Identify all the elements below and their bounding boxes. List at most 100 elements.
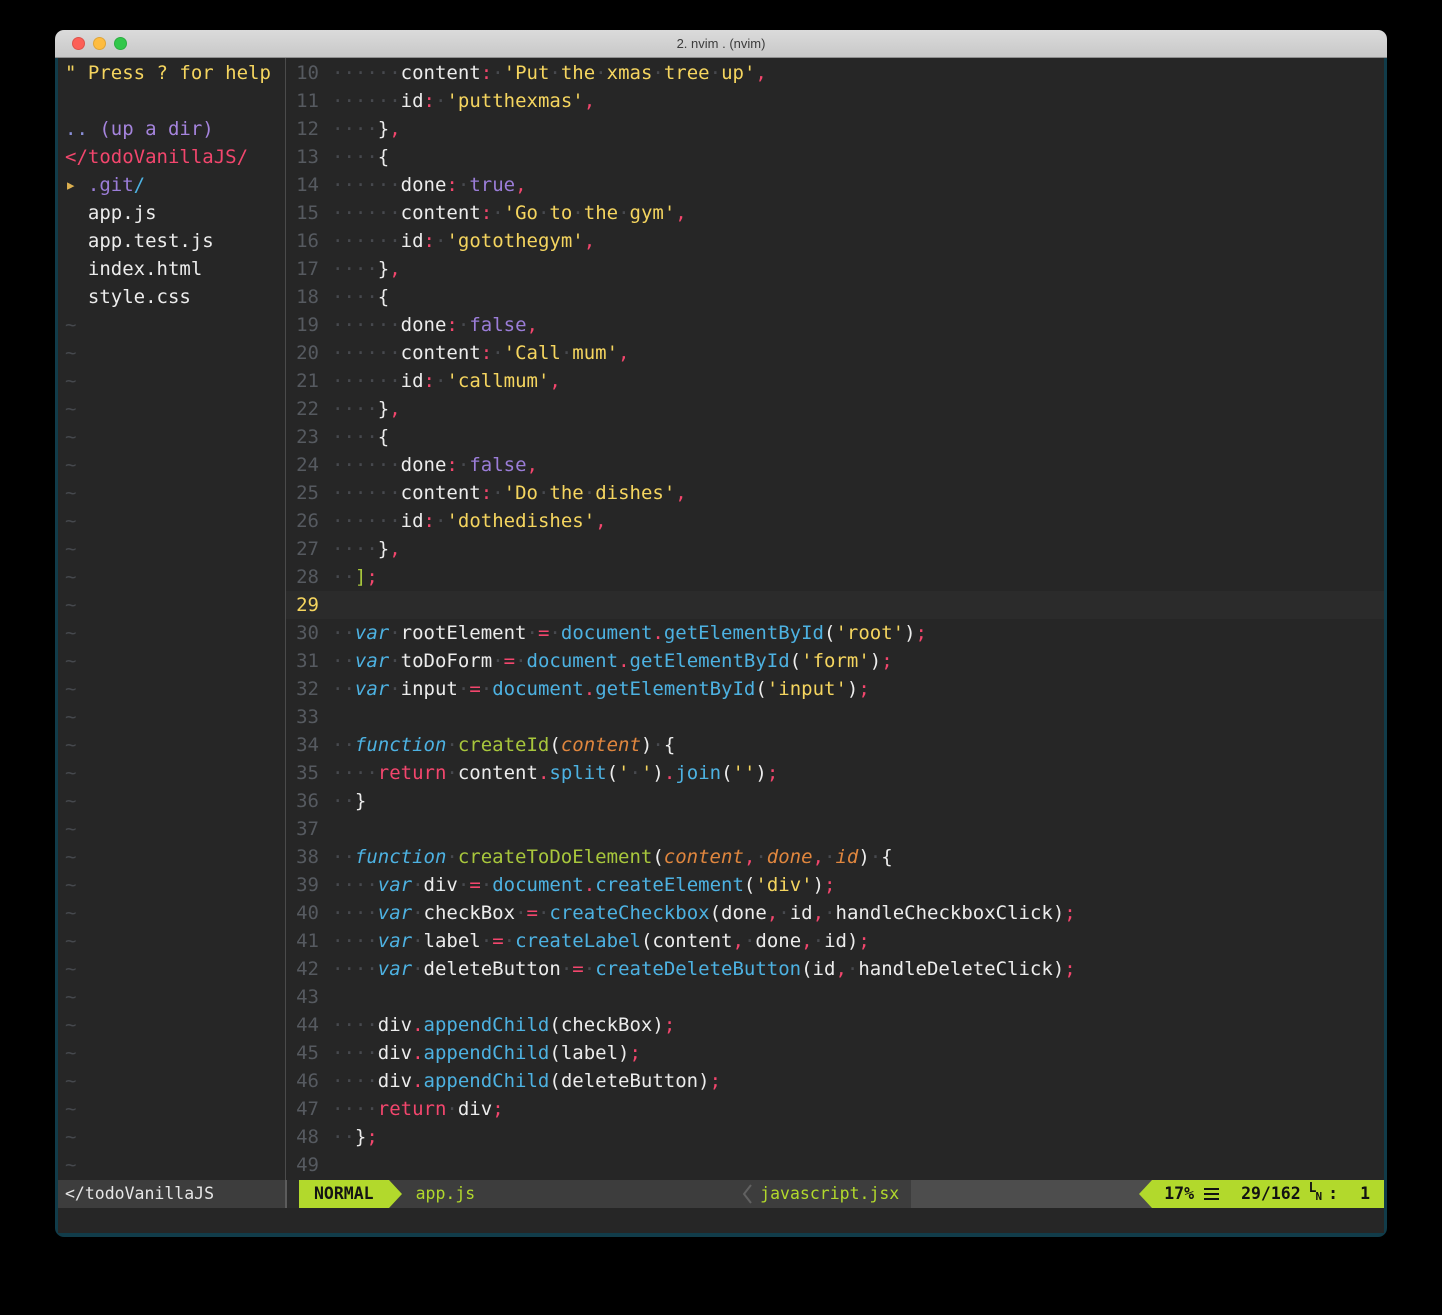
position-segment: 17% 29/162 LN : 1 xyxy=(1152,1180,1384,1208)
token: appendChild xyxy=(424,1014,550,1036)
token: ~ xyxy=(65,790,76,812)
code-line[interactable]: 29 xyxy=(286,591,1384,619)
code-line[interactable]: 38··function·createToDoElement(content,·… xyxy=(286,843,1384,871)
token: ( xyxy=(790,650,801,672)
code-line[interactable]: 48··}; xyxy=(286,1123,1384,1151)
code-line[interactable]: 35····return·content.split('·').join('')… xyxy=(286,759,1384,787)
token: : xyxy=(424,230,435,252)
token: ) xyxy=(847,678,858,700)
tree-item-app-test-js[interactable]: app.test.js xyxy=(58,227,285,255)
token: createToDoElement xyxy=(458,846,652,868)
code-line[interactable]: 25······content:·'Do·the·dishes', xyxy=(286,479,1384,507)
code-line[interactable]: 46····div.appendChild(deleteButton); xyxy=(286,1067,1384,1095)
token: · xyxy=(847,958,858,980)
code-line[interactable]: 10······content:·'Put·the·xmas·tree·up', xyxy=(286,59,1384,87)
token: , xyxy=(767,902,778,924)
code-line[interactable]: 22····}, xyxy=(286,395,1384,423)
code-line[interactable]: 43 xyxy=(286,983,1384,1011)
line-number: 12 xyxy=(286,115,332,143)
token: . xyxy=(412,1070,423,1092)
line-number: 29 xyxy=(286,591,332,619)
line-number: 38 xyxy=(286,843,332,871)
code-line[interactable]: 13····{ xyxy=(286,143,1384,171)
code-line[interactable]: 37 xyxy=(286,815,1384,843)
code-line[interactable]: 36··} xyxy=(286,787,1384,815)
code-line[interactable]: 33 xyxy=(286,703,1384,731)
code-line[interactable]: 15······content:·'Go·to·the·gym', xyxy=(286,199,1384,227)
code-line[interactable]: 27····}, xyxy=(286,535,1384,563)
tree-item-up-dir[interactable]: .. (up a dir) xyxy=(58,115,285,143)
code-line[interactable]: 34··function·createId(content)·{ xyxy=(286,731,1384,759)
tree-blank xyxy=(58,87,285,115)
code-line[interactable]: 24······done:·false, xyxy=(286,451,1384,479)
code-line[interactable]: 32··var·input·=·document.getElementById(… xyxy=(286,675,1384,703)
token: , xyxy=(618,342,629,364)
token: done xyxy=(755,930,801,952)
token: document xyxy=(492,874,584,896)
token: document xyxy=(527,650,619,672)
code-editor[interactable]: 10······content:·'Put·the·xmas·tree·up',… xyxy=(286,58,1384,1180)
token xyxy=(76,174,87,196)
token: ···· xyxy=(332,874,378,896)
file-tree[interactable]: " Press ? for help.. (up a dir)</todoVan… xyxy=(58,58,285,1180)
token: ~ xyxy=(65,818,76,840)
line-number: 37 xyxy=(286,815,332,843)
token: ~ xyxy=(65,426,76,448)
token: ( xyxy=(549,1070,560,1092)
token: createElement xyxy=(595,874,744,896)
token: ~ xyxy=(65,678,76,700)
code-line[interactable]: 21······id:·'callmum', xyxy=(286,367,1384,395)
code-line[interactable]: 49 xyxy=(286,1151,1384,1179)
line-number: 19 xyxy=(286,311,332,339)
tree-item-git[interactable]: ▸ .git/ xyxy=(58,171,285,199)
code-line[interactable]: 17····}, xyxy=(286,255,1384,283)
token: { xyxy=(881,846,892,868)
token: 'input' xyxy=(767,678,847,700)
token: , xyxy=(732,930,743,952)
code-line[interactable]: 41····var·label·=·createLabel(content,·d… xyxy=(286,927,1384,955)
code-line[interactable]: 44····div.appendChild(checkBox); xyxy=(286,1011,1384,1039)
command-line[interactable] xyxy=(58,1208,1384,1233)
token: div xyxy=(378,1042,412,1064)
tree-root[interactable]: </todoVanillaJS/ xyxy=(58,143,285,171)
token: ( xyxy=(755,678,766,700)
code-line[interactable]: 40····var·checkBox·=·createCheckbox(done… xyxy=(286,899,1384,927)
token: { xyxy=(378,146,389,168)
code-line[interactable]: 18····{ xyxy=(286,283,1384,311)
code-line[interactable]: 30··var·rootElement·=·document.getElemen… xyxy=(286,619,1384,647)
tree-item-index-html[interactable]: index.html xyxy=(58,255,285,283)
token: 'root' xyxy=(835,622,904,644)
code-line[interactable]: 47····return·div; xyxy=(286,1095,1384,1123)
token: label xyxy=(424,930,481,952)
code-line[interactable]: 16······id:·'gotothegym', xyxy=(286,227,1384,255)
tree-item-style-css[interactable]: style.css xyxy=(58,283,285,311)
token: · xyxy=(561,342,572,364)
code-line[interactable]: 11······id:·'putthexmas', xyxy=(286,87,1384,115)
token: · xyxy=(618,202,629,224)
code-line[interactable]: 14······done:·true, xyxy=(286,171,1384,199)
token: input xyxy=(401,678,458,700)
token: ······ xyxy=(332,90,401,112)
code-line[interactable]: 42····var·deleteButton·=·createDeleteBut… xyxy=(286,955,1384,983)
code-line[interactable]: 45····div.appendChild(label); xyxy=(286,1039,1384,1067)
code-line[interactable]: 12····}, xyxy=(286,115,1384,143)
code-line[interactable]: 39····var·div·=·document.createElement('… xyxy=(286,871,1384,899)
token: ) xyxy=(618,1042,629,1064)
token: content xyxy=(401,482,481,504)
token: , xyxy=(675,482,686,504)
tree-item-app-js[interactable]: app.js xyxy=(58,199,285,227)
code-line[interactable]: 26······id:·'dothedishes', xyxy=(286,507,1384,535)
token: ( xyxy=(549,734,560,756)
code-line[interactable]: 31··var·toDoForm·=·document.getElementBy… xyxy=(286,647,1384,675)
code-line[interactable]: 20······content:·'Call·mum', xyxy=(286,339,1384,367)
token: ~ xyxy=(65,1154,76,1176)
code-line[interactable]: 28··]; xyxy=(286,563,1384,591)
code-line[interactable]: 23····{ xyxy=(286,423,1384,451)
filetype-label: javascript.jsx xyxy=(760,1180,899,1208)
token: · xyxy=(412,874,423,896)
token: ( xyxy=(710,902,721,924)
line-number: 42 xyxy=(286,955,332,983)
titlebar[interactable]: 2. nvim . (nvim) xyxy=(55,30,1387,58)
line-number: 15 xyxy=(286,199,332,227)
code-line[interactable]: 19······done:·false, xyxy=(286,311,1384,339)
